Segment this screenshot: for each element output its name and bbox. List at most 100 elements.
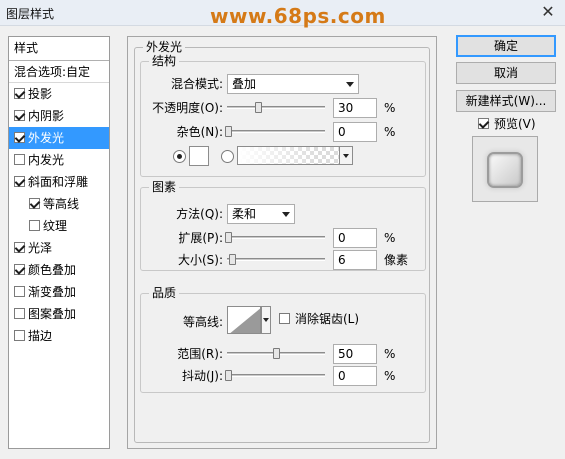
contour-curve-icon — [230, 308, 260, 333]
noise-slider[interactable] — [227, 130, 325, 133]
new-style-button[interactable]: 新建样式(W)... — [456, 90, 556, 112]
size-label: 大小(S): — [177, 253, 223, 267]
gradient-picker[interactable] — [237, 146, 353, 165]
antialias-checkbox[interactable] — [279, 313, 290, 324]
style-item-checkbox[interactable] — [14, 154, 25, 165]
range-input[interactable]: 50 — [333, 344, 377, 364]
spread-slider-thumb[interactable] — [225, 232, 232, 243]
style-item[interactable]: 图案叠加 — [9, 303, 109, 325]
size-input[interactable]: 6 — [333, 250, 377, 270]
structure-title: 结构 — [149, 53, 180, 69]
style-item[interactable]: 内阴影 — [9, 105, 109, 127]
opacity-unit: % — [384, 101, 396, 115]
chevron-down-icon[interactable] — [261, 306, 271, 334]
opacity-slider-thumb[interactable] — [255, 102, 262, 113]
style-item-label: 等高线 — [43, 197, 80, 211]
jitter-slider-thumb[interactable] — [225, 370, 232, 381]
style-item-checkbox[interactable] — [14, 330, 25, 341]
jitter-unit: % — [384, 369, 396, 383]
style-item-label: 渐变叠加 — [28, 285, 77, 299]
style-item[interactable]: 等高线 — [9, 193, 109, 215]
solid-color-radio[interactable] — [173, 150, 186, 163]
blend-mode-label: 混合模式: — [170, 77, 223, 91]
blend-mode-value: 叠加 — [232, 77, 257, 91]
outer-glow-panel: 外发光 结构 混合模式: 叠加 不透明度(O): 30 % 杂色(N): 0 %… — [127, 36, 437, 449]
style-item-label: 内发光 — [28, 153, 65, 167]
method-value: 柔和 — [232, 207, 257, 221]
preview-thumbnail — [489, 154, 521, 186]
noise-unit: % — [384, 125, 396, 139]
window-title: 图层样式 — [6, 7, 55, 21]
spread-unit: % — [384, 231, 396, 245]
elements-group: 图素 方法(Q): 柔和 扩展(P): 0 % 大小(S): 6 像素 — [140, 179, 426, 271]
opacity-label: 不透明度(O): — [152, 101, 223, 115]
blending-options[interactable]: 混合选项:自定 — [9, 61, 109, 83]
quality-group: 品质 等高线: 消除锯齿(L) 范围(R): 50 % 抖动(J): 0 % — [140, 285, 426, 393]
range-unit: % — [384, 347, 396, 361]
noise-slider-thumb[interactable] — [225, 126, 232, 137]
blend-mode-select[interactable]: 叠加 — [227, 74, 359, 94]
opacity-slider[interactable] — [227, 106, 325, 109]
style-item-checkbox[interactable] — [14, 286, 25, 297]
title-bar: 图层样式 www.68ps.com ✕ — [0, 0, 565, 28]
size-slider[interactable] — [227, 258, 325, 261]
jitter-input[interactable]: 0 — [333, 366, 377, 386]
close-icon[interactable]: ✕ — [539, 3, 557, 21]
style-item[interactable]: 光泽 — [9, 237, 109, 259]
style-item-label: 颜色叠加 — [28, 263, 77, 277]
style-list: 样式 混合选项:自定 投影内阴影外发光内发光斜面和浮雕等高线纹理光泽颜色叠加渐变… — [8, 36, 110, 449]
style-item[interactable]: 描边 — [9, 325, 109, 347]
ok-button[interactable]: 确定 — [456, 35, 556, 57]
style-item-checkbox[interactable] — [14, 176, 25, 187]
antialias-label: 消除锯齿(L) — [295, 312, 360, 326]
structure-group: 结构 混合模式: 叠加 不透明度(O): 30 % 杂色(N): 0 % — [140, 53, 426, 177]
style-item-label: 内阴影 — [28, 109, 65, 123]
range-slider-thumb[interactable] — [273, 348, 280, 359]
chevron-down-icon[interactable] — [339, 146, 353, 165]
style-item-checkbox[interactable] — [29, 198, 40, 209]
chevron-down-icon — [346, 82, 354, 87]
jitter-slider[interactable] — [227, 374, 325, 377]
style-item[interactable]: 颜色叠加 — [9, 259, 109, 281]
spread-slider[interactable] — [227, 236, 325, 239]
preview-label: 预览(V) — [494, 117, 536, 131]
style-preview — [472, 136, 538, 202]
style-item-checkbox[interactable] — [14, 242, 25, 253]
quality-title: 品质 — [149, 285, 180, 301]
style-item-checkbox[interactable] — [14, 88, 25, 99]
style-item-label: 描边 — [28, 329, 53, 343]
watermark: www.68ps.com — [210, 4, 386, 28]
style-item-label: 外发光 — [28, 131, 65, 145]
glow-color-swatch[interactable] — [189, 146, 209, 166]
cancel-button[interactable]: 取消 — [456, 62, 556, 84]
contour-picker[interactable] — [227, 306, 261, 334]
method-select[interactable]: 柔和 — [227, 204, 295, 224]
style-item[interactable]: 斜面和浮雕 — [9, 171, 109, 193]
style-item[interactable]: 纹理 — [9, 215, 109, 237]
style-item-label: 斜面和浮雕 — [28, 175, 89, 189]
size-slider-thumb[interactable] — [229, 254, 236, 265]
style-item-checkbox[interactable] — [14, 110, 25, 121]
gradient-radio[interactable] — [221, 150, 234, 163]
chevron-down-icon — [282, 212, 290, 217]
style-item[interactable]: 投影 — [9, 83, 109, 105]
noise-input[interactable]: 0 — [333, 122, 377, 142]
style-item[interactable]: 外发光 — [9, 127, 109, 149]
style-item-label: 纹理 — [43, 219, 68, 233]
range-label: 范围(R): — [177, 347, 223, 361]
size-unit: 像素 — [384, 253, 409, 267]
style-item-checkbox[interactable] — [14, 264, 25, 275]
preview-checkbox[interactable] — [478, 118, 489, 129]
style-item-checkbox[interactable] — [14, 308, 25, 319]
opacity-input[interactable]: 30 — [333, 98, 377, 118]
style-item-checkbox[interactable] — [14, 132, 25, 143]
style-item-label: 图案叠加 — [28, 307, 77, 321]
style-item-label: 光泽 — [28, 241, 53, 255]
style-item-checkbox[interactable] — [29, 220, 40, 231]
style-list-header[interactable]: 样式 — [9, 37, 109, 61]
style-item[interactable]: 渐变叠加 — [9, 281, 109, 303]
style-item[interactable]: 内发光 — [9, 149, 109, 171]
elements-title: 图素 — [149, 179, 180, 195]
spread-input[interactable]: 0 — [333, 228, 377, 248]
method-label: 方法(Q): — [176, 207, 223, 221]
